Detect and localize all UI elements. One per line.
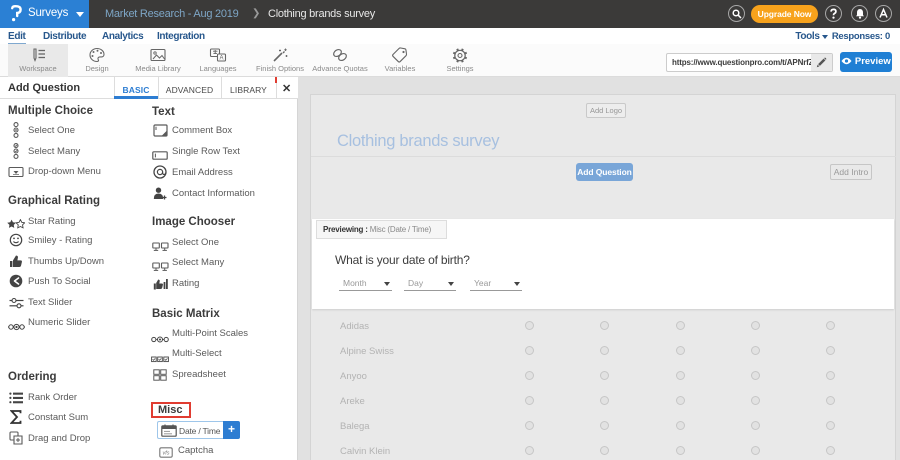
svg-text:vfs: vfs <box>162 451 169 457</box>
svg-text:A: A <box>219 56 223 62</box>
